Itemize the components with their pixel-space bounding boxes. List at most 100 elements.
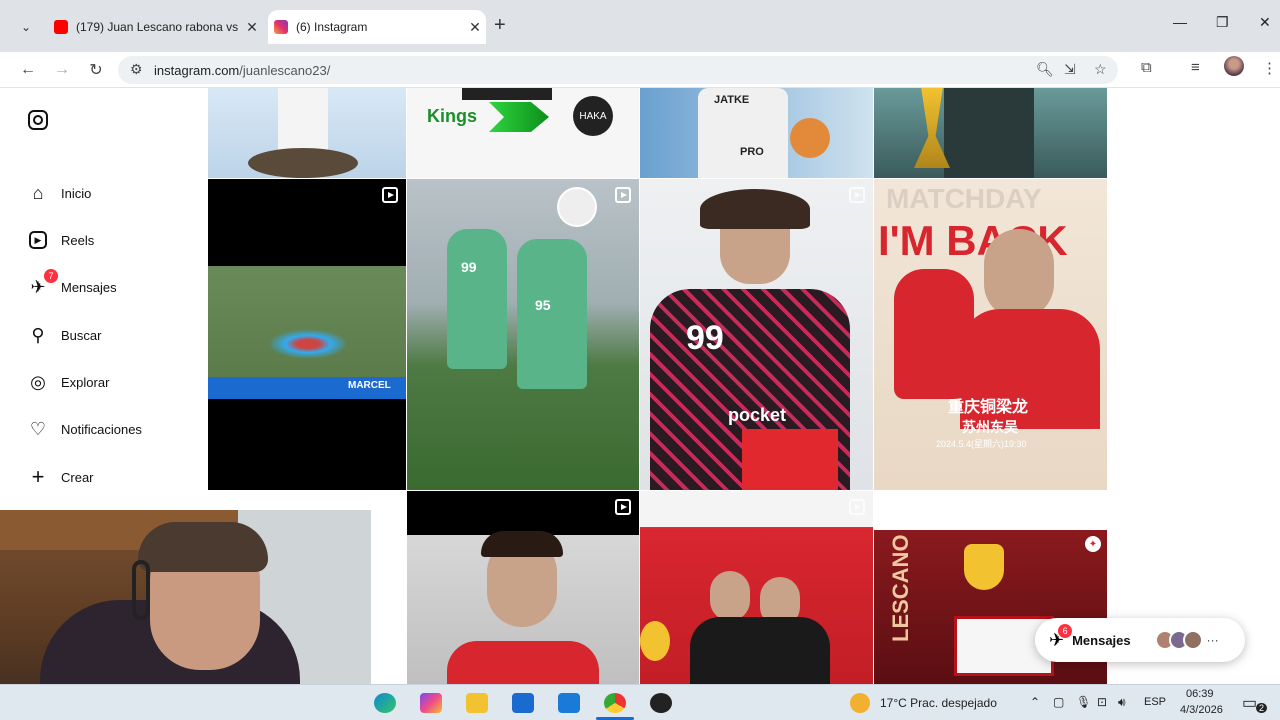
sidebar-item-label: Notificaciones <box>61 421 142 437</box>
sponsor-text: PRO <box>740 146 764 158</box>
sidebar-item-buscar[interactable]: ⚲ Buscar <box>26 321 101 349</box>
team-name-text: 重庆铜梁龙 <box>948 399 1029 416</box>
notification-icon[interactable]: ▭ <box>1242 693 1257 713</box>
marcel-logo-text: MARCEL <box>348 380 391 391</box>
sidebar-item-label: Explorar <box>61 374 110 390</box>
heart-icon: ♡ <box>29 418 47 439</box>
sidebar-item-label: Buscar <box>61 327 102 343</box>
compass-icon: ◎ <box>30 371 46 392</box>
zoom-icon[interactable]: 🔍︎ <box>1036 61 1054 78</box>
haka-logo: HAKA <box>573 96 613 136</box>
install-app-icon[interactable]: ⇲ <box>1064 61 1076 78</box>
bookmark-star-icon[interactable]: ☆ <box>1094 61 1107 78</box>
sidebar-item-notificaciones[interactable]: ♡ Notificaciones <box>26 415 142 443</box>
weather-text[interactable]: 17°C Prac. despejado <box>880 696 997 710</box>
profile-avatar[interactable] <box>1224 56 1244 76</box>
pinned-icon: ✦ <box>1085 536 1101 552</box>
messages-label: Mensajes <box>1072 632 1131 648</box>
forward-icon[interactable]: → <box>50 58 74 82</box>
post-thumbnail[interactable]: 99 95 <box>407 179 639 490</box>
tray-chevron-icon[interactable]: ⌃ <box>1030 695 1040 709</box>
match-date-text: 2024.5.4(星期六)19:30 <box>936 439 1027 449</box>
sponsor-text: pocket <box>728 405 787 425</box>
reel-icon <box>615 187 631 203</box>
instagram-logo-icon[interactable] <box>28 110 48 130</box>
tab-title: (179) Juan Lescano rabona vs Z <box>76 20 241 34</box>
network-icon[interactable]: ⊡ <box>1097 695 1107 709</box>
file-explorer-icon[interactable] <box>466 693 488 713</box>
sidebar-item-reels[interactable]: ▶ Reels <box>26 226 94 254</box>
youtube-icon <box>54 20 68 34</box>
post-thumbnail[interactable] <box>874 88 1107 178</box>
close-tab-icon[interactable]: ✕ <box>464 19 486 36</box>
sidebar-item-label: Crear <box>61 469 94 485</box>
messenger-icon: ✈ 6 <box>1049 623 1073 651</box>
sponsor-text: JATKE <box>714 94 750 106</box>
restore-icon[interactable]: ❐ <box>1216 14 1229 31</box>
close-tab-icon[interactable]: ✕ <box>241 19 263 36</box>
avatar <box>1182 630 1203 650</box>
recent-contacts-avatars <box>1154 630 1203 650</box>
plus-icon: + <box>31 464 45 489</box>
site-settings-icon[interactable]: ⚙ <box>130 61 143 78</box>
search-icon: ⚲ <box>31 324 45 345</box>
reel-icon <box>382 187 398 203</box>
post-thumbnail[interactable]: MARCEL <box>208 179 406 490</box>
jersey-number-text: 99 <box>686 319 724 357</box>
lescano-text: LESCANO <box>888 534 913 642</box>
sidebar-item-crear[interactable]: + Crear <box>26 463 94 491</box>
tab-youtube[interactable]: (179) Juan Lescano rabona vs Z ✕ <box>48 13 263 41</box>
sidebar-item-explorar[interactable]: ◎ Explorar <box>26 368 109 396</box>
volume-icon[interactable]: 🔊︎ <box>1118 695 1126 710</box>
extensions-icon[interactable]: ⧉ <box>1141 59 1152 76</box>
copilot-icon[interactable] <box>420 693 442 713</box>
sidebar-item-label: Mensajes <box>61 279 117 295</box>
clock-date[interactable]: 4/3/2026 <box>1180 704 1223 716</box>
tab-instagram[interactable]: (6) Instagram ✕ <box>268 10 486 44</box>
jersey-number-text: 99 <box>461 259 477 275</box>
sidebar-item-label: Reels <box>61 232 95 248</box>
messages-floating-button[interactable]: ✈ 6 Mensajes ··· <box>1035 618 1245 662</box>
chrome-icon[interactable] <box>604 693 626 713</box>
outlook-icon[interactable] <box>558 693 580 713</box>
input-language[interactable]: ESP <box>1144 696 1166 708</box>
tab-search-button[interactable]: ⌄ <box>12 13 40 41</box>
clock-time[interactable]: 06:39 <box>1186 688 1214 700</box>
tab-title: (6) Instagram <box>296 20 368 34</box>
jersey-number-text: 95 <box>535 297 551 313</box>
unread-badge: 6 <box>1058 623 1073 638</box>
close-window-icon[interactable]: ✕ <box>1259 14 1271 31</box>
microphone-icon[interactable]: 🎙︎ <box>1076 695 1091 709</box>
reel-icon <box>615 499 631 515</box>
browser-tab-bar: ⌄ (179) Juan Lescano rabona vs Z ✕ (6) I… <box>0 0 1280 52</box>
matchday-text: MATCHDAY <box>886 183 1042 214</box>
reel-icon <box>849 187 865 203</box>
obs-icon[interactable] <box>650 693 672 713</box>
tray-app-icon[interactable]: ▢ <box>1053 695 1064 709</box>
opponent-name-text: 苏州东吴 <box>962 419 1018 435</box>
new-tab-button[interactable]: + <box>494 14 506 37</box>
unread-badge: 7 <box>44 269 58 283</box>
post-thumbnail[interactable] <box>640 491 873 684</box>
post-thumbnail[interactable]: JATKE PRO <box>640 88 873 178</box>
address-bar[interactable]: ⚙ instagram.com/juanlescano23/ 🔍︎ ⇲ ☆ <box>118 56 1118 84</box>
edge-icon[interactable] <box>374 693 396 713</box>
sidebar-item-inicio[interactable]: ⌂ Inicio <box>26 179 92 207</box>
instagram-icon <box>274 20 288 34</box>
post-thumbnail[interactable]: 99 pocket <box>640 179 873 490</box>
windows-taskbar: 17°C Prac. despejado ⌃ ▢ 🎙︎ ⊡ 🔊︎ ESP 06:… <box>0 684 1280 720</box>
sidebar-item-mensajes[interactable]: ✈ 7 Mensajes <box>26 269 117 301</box>
media-control-icon[interactable]: ≡ <box>1191 59 1200 76</box>
post-thumbnail[interactable]: MATCHDAY I'M BACK 重庆铜梁龙 苏州东吴 2024.5.4(星期… <box>874 179 1107 490</box>
minimize-icon[interactable]: — <box>1173 14 1187 30</box>
back-icon[interactable]: ← <box>16 58 40 82</box>
url-text: instagram.com/juanlescano23/ <box>154 62 331 78</box>
post-thumbnail[interactable]: Kings HAKA <box>407 88 639 178</box>
more-icon: ··· <box>1206 633 1219 647</box>
menu-kebab-icon[interactable]: ⋮ <box>1262 59 1277 77</box>
post-thumbnail[interactable] <box>407 491 639 684</box>
reload-icon[interactable]: ↻ <box>84 58 108 82</box>
post-thumbnail[interactable] <box>208 88 406 178</box>
home-icon: ⌂ <box>32 182 44 203</box>
store-icon[interactable] <box>512 693 534 713</box>
